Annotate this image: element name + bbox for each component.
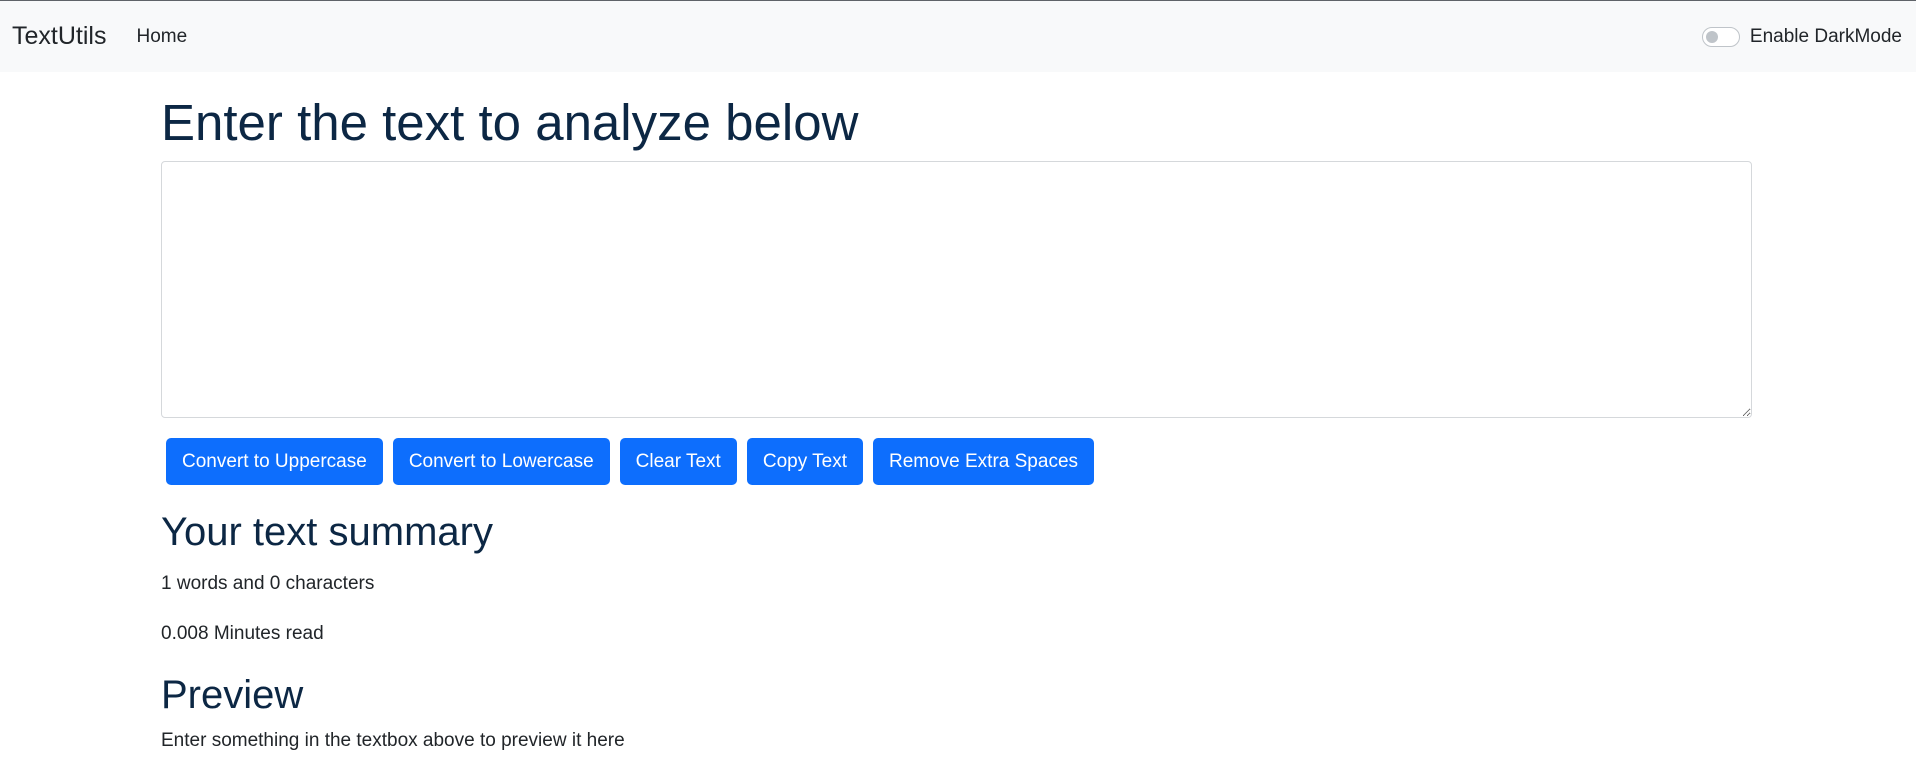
preview-text: Enter something in the textbox above to …: [161, 729, 625, 751]
remove-extra-spaces-button[interactable]: Remove Extra Spaces: [872, 438, 1095, 486]
brand-logo-link[interactable]: TextUtils: [12, 24, 106, 49]
main-container: Enter the text to analyze below Convert …: [161, 72, 1752, 772]
action-buttons: Convert to Uppercase Convert to Lowercas…: [161, 438, 1752, 486]
summary-title: Your text summary: [161, 510, 493, 555]
read-time-text: 0.008 Minutes read: [161, 622, 324, 644]
page-title: Enter the text to analyze below: [161, 94, 859, 151]
clear-text-button[interactable]: Clear Text: [619, 438, 737, 486]
navbar: TextUtils Home Enable DarkMode: [0, 1, 1916, 72]
dark-mode-switch[interactable]: [1701, 26, 1740, 47]
dark-mode-label[interactable]: Enable DarkMode: [1750, 26, 1902, 48]
word-count-text: 1 words and 0 characters: [161, 573, 375, 595]
nav-link-home[interactable]: Home: [136, 26, 187, 48]
preview-title: Preview: [161, 672, 304, 717]
lowercase-button[interactable]: Convert to Lowercase: [392, 438, 610, 486]
dark-mode-toggle[interactable]: Enable DarkMode: [1701, 1, 1902, 72]
uppercase-button[interactable]: Convert to Uppercase: [166, 438, 383, 486]
text-input[interactable]: [161, 161, 1752, 419]
switch-knob-icon: [1705, 30, 1718, 43]
copy-text-button[interactable]: Copy Text: [746, 438, 863, 486]
